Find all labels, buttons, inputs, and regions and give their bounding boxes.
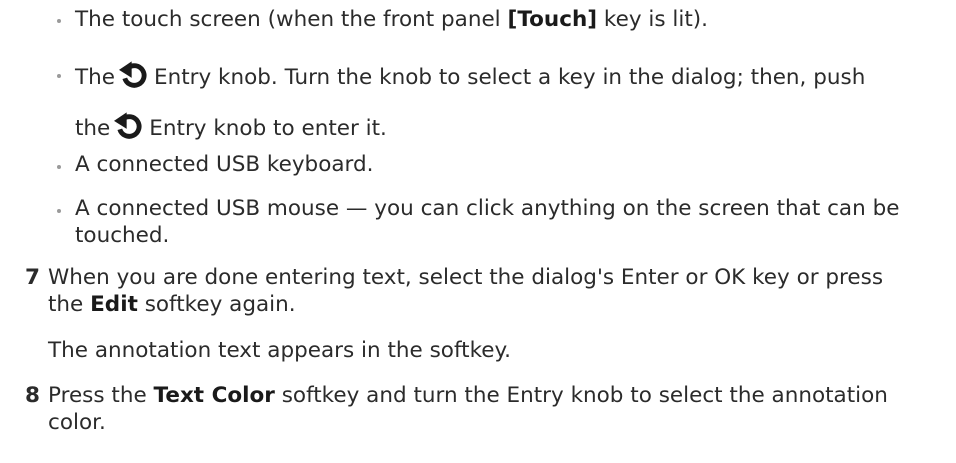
step-number-7: 7 (25, 265, 40, 290)
step-7-text-part-end: softkey again. (137, 292, 296, 317)
text-color-softkey-label: Text Color (153, 383, 275, 408)
bullet-dot (57, 74, 61, 78)
step-number-8: 8 (25, 383, 40, 408)
touch-key-label: [Touch] (507, 7, 598, 32)
bullet-touch-text: The touch screen (when the front panel (75, 7, 508, 32)
bullet-usb-mouse-continued: touched. (75, 223, 170, 248)
step-8-text-continued: color. (48, 410, 106, 435)
entry-knob-rotate-icon (119, 61, 147, 88)
edit-softkey-label: Edit (90, 292, 138, 317)
bullet-entry-knob-continued: the Entry knob to enter it. (75, 111, 387, 142)
bullet-entry-knob: The Entry knob. Turn the knob to select … (75, 60, 865, 91)
bullet-knob-text-2: Entry knob. Turn the knob to select a ke… (154, 65, 866, 90)
step-7-result: The annotation text appears in the softk… (48, 338, 511, 363)
bullet-touch-text-end: key is lit). (597, 7, 709, 32)
bullet-knob-text-4: Entry knob to enter it. (149, 116, 387, 141)
step-8-text: Press the Text Color softkey and turn th… (48, 383, 888, 409)
step-8-text-part: Press the (48, 383, 154, 408)
bullet-usb-mouse: A connected USB mouse — you can click an… (75, 196, 900, 221)
bullet-knob-text-1: The (75, 65, 115, 90)
bullet-knob-text-3: the (75, 116, 111, 141)
bullet-dot (57, 19, 61, 23)
bullet-touch-screen: The touch screen (when the front panel [… (75, 7, 708, 33)
step-7-text-continued: the Edit softkey again. (48, 292, 296, 318)
entry-knob-rotate-icon (114, 112, 142, 139)
bullet-usb-keyboard: A connected USB keyboard. (75, 152, 374, 177)
bullet-dot (57, 165, 61, 169)
step-8-text-part-end: softkey and turn the Entry knob to selec… (274, 383, 888, 408)
bullet-dot (57, 209, 61, 213)
step-7-text: When you are done entering text, select … (48, 265, 884, 290)
step-7-text-part: the (48, 292, 91, 317)
